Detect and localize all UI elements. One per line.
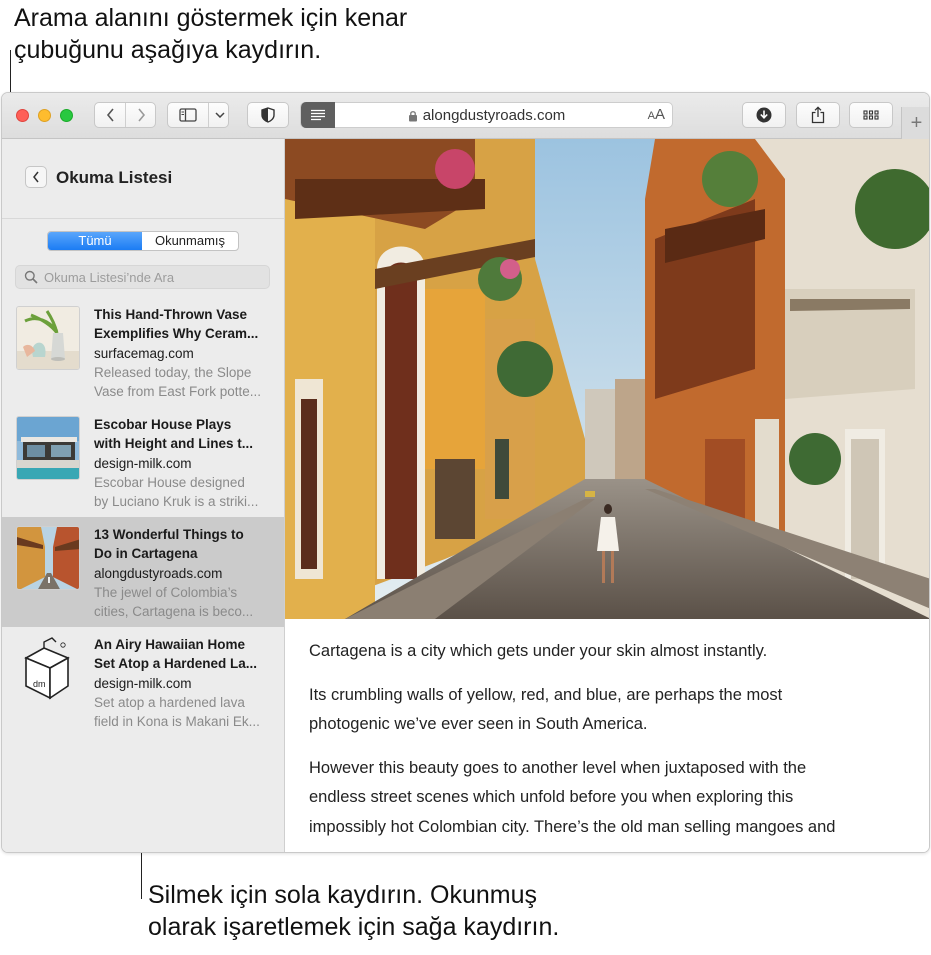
forward-button[interactable] bbox=[126, 103, 157, 127]
address-bar[interactable]: alongdustyroads.com AA bbox=[300, 102, 673, 128]
item-site: design-milk.com bbox=[94, 455, 192, 471]
tab-overview-button[interactable] bbox=[849, 102, 893, 128]
sidebar-toggle-button[interactable] bbox=[168, 103, 208, 127]
text-size-small-label: A bbox=[647, 110, 655, 122]
reading-list-item[interactable]: This Hand-Thrown Vase Exemplifies Why Ce… bbox=[2, 297, 284, 407]
article-p1-text: Cartagena is a city which gets under you… bbox=[309, 642, 768, 660]
item-desc-line2: Vase from East Fork potte... bbox=[94, 384, 262, 400]
item-text: Escobar House Plays with Height and Line… bbox=[94, 415, 276, 511]
chevron-right-icon bbox=[138, 108, 146, 122]
privacy-report-button[interactable] bbox=[247, 102, 289, 128]
chevron-left-icon bbox=[33, 171, 39, 183]
sidebar-toggle-group bbox=[167, 102, 229, 128]
safari-window: alongdustyroads.com AA + Okuma Listesi T… bbox=[1, 92, 930, 853]
item-thumbnail-design-milk-logo: dm bbox=[16, 636, 80, 700]
article-paragraph-2: Its crumbling walls of yellow, red, and … bbox=[309, 681, 909, 740]
callout-search-hint-line1: Arama alanını göstermek için kenar bbox=[14, 4, 408, 32]
reading-list-search-field[interactable]: Okuma Listesi’nde Ara bbox=[15, 265, 270, 289]
sidebar-icon bbox=[179, 108, 197, 122]
item-title-line2: Exemplifies Why Ceram... bbox=[94, 326, 259, 342]
item-desc-line2: field in Kona is Makani Ek... bbox=[94, 714, 260, 730]
item-title-line2: with Height and Lines t... bbox=[94, 436, 254, 452]
article-hero-image bbox=[285, 139, 929, 619]
item-text: An Airy Hawaiian Home Set Atop a Hardene… bbox=[94, 635, 276, 731]
item-desc-line2: by Luciano Kruk is a striki... bbox=[94, 494, 259, 510]
sidebar-title: Okuma Listesi bbox=[56, 168, 173, 187]
chevron-left-icon bbox=[106, 108, 114, 122]
item-title-line1: This Hand-Thrown Vase bbox=[94, 307, 248, 322]
callout-search-hint-line2: çubuğunu aşağıya kaydırın. bbox=[14, 36, 322, 64]
item-text: 13 Wonderful Things to Do in Cartagena a… bbox=[94, 525, 276, 621]
reader-content: Cartagena is a city which gets under you… bbox=[285, 139, 929, 852]
url-display: alongdustyroads.com bbox=[301, 107, 672, 124]
reading-list-items: This Hand-Thrown Vase Exemplifies Why Ce… bbox=[2, 297, 284, 737]
item-thumbnail-vase bbox=[16, 306, 80, 370]
back-forward-group bbox=[94, 102, 156, 128]
article-p3-line3: impossibly hot Colombian city. There’s t… bbox=[309, 817, 836, 836]
reading-list-filter: Tümü Okunmamış bbox=[47, 231, 239, 251]
callout-swipe-hint-line2: olarak işaretlemek için sağa kaydırın. bbox=[148, 913, 560, 941]
article-p2-line1: Its crumbling walls of yellow, red, and … bbox=[309, 685, 783, 704]
item-desc-line1: Released today, the Slope bbox=[94, 364, 252, 380]
article-paragraph-3: However this beauty goes to another leve… bbox=[309, 754, 909, 843]
text-size-button[interactable]: AA bbox=[648, 106, 665, 123]
sidebar-header: Okuma Listesi bbox=[2, 139, 284, 219]
text-size-large-label: A bbox=[654, 106, 665, 123]
item-title-line2: Do in Cartagena bbox=[94, 546, 198, 562]
filter-all-tab[interactable]: Tümü bbox=[48, 232, 142, 250]
lock-icon bbox=[408, 111, 417, 122]
article-p2-line2: photogenic we’ve ever seen in South Amer… bbox=[309, 715, 648, 733]
reading-list-item[interactable]: Escobar House Plays with Height and Line… bbox=[2, 407, 284, 517]
share-button[interactable] bbox=[796, 102, 840, 128]
item-thumbnail-house bbox=[16, 416, 80, 480]
item-desc-line1: Escobar House designed bbox=[94, 474, 245, 490]
reading-list-item[interactable]: dm An Airy Hawaiian Home Set Atop a Hard… bbox=[2, 627, 284, 737]
callout-swipe-hint-line1: Silmek için sola kaydırın. Okunmuş bbox=[148, 881, 538, 909]
item-thumbnail-cartagena bbox=[16, 526, 80, 590]
item-desc-line2: cities, Cartagena is beco... bbox=[94, 604, 254, 620]
item-title-line1: Escobar House Plays bbox=[94, 417, 232, 432]
item-text: This Hand-Thrown Vase Exemplifies Why Ce… bbox=[94, 305, 276, 401]
back-button[interactable] bbox=[95, 103, 126, 127]
download-icon bbox=[756, 107, 772, 123]
toolbar: alongdustyroads.com AA + bbox=[2, 93, 929, 139]
milk-carton-logo-icon: dm bbox=[24, 637, 70, 700]
item-title-line1: 13 Wonderful Things to bbox=[94, 527, 244, 542]
item-title-line1: An Airy Hawaiian Home bbox=[94, 637, 246, 652]
zoom-window-button[interactable] bbox=[60, 109, 73, 122]
new-tab-button[interactable]: + bbox=[901, 107, 929, 139]
grid-icon bbox=[863, 110, 879, 120]
item-desc-line1: Set atop a hardened lava bbox=[94, 694, 245, 710]
item-site: alongdustyroads.com bbox=[94, 565, 223, 581]
article-paragraph-1: Cartagena is a city which gets under you… bbox=[309, 637, 909, 667]
minimize-window-button[interactable] bbox=[38, 109, 51, 122]
article-p3-line2: endless street scenes which unfold befor… bbox=[309, 788, 794, 806]
sidebar-menu-button[interactable] bbox=[209, 103, 230, 127]
article-p3-line1: However this beauty goes to another leve… bbox=[309, 758, 807, 777]
chevron-down-icon bbox=[214, 112, 225, 118]
logo-dm-text: dm bbox=[33, 679, 46, 689]
item-site: surfacemag.com bbox=[94, 345, 194, 361]
downloads-button[interactable] bbox=[742, 102, 786, 128]
reading-list-item-selected[interactable]: 13 Wonderful Things to Do in Cartagena a… bbox=[2, 517, 284, 627]
shield-icon bbox=[261, 107, 275, 123]
article-body: Cartagena is a city which gets under you… bbox=[309, 637, 909, 852]
reading-list-sidebar: Okuma Listesi Tümü Okunmamış Okuma Liste… bbox=[2, 139, 285, 852]
callout-swipe-hint: Silmek için sola kaydırın. Okunmuş olara… bbox=[148, 879, 708, 943]
share-icon bbox=[811, 106, 825, 124]
item-site: design-milk.com bbox=[94, 675, 192, 691]
search-icon bbox=[24, 270, 38, 284]
item-desc-line1: The jewel of Colombia’s bbox=[94, 584, 238, 600]
search-placeholder: Okuma Listesi’nde Ara bbox=[44, 270, 175, 285]
callout-search-hint: Arama alanını göstermek için kenar çubuğ… bbox=[14, 2, 534, 66]
sidebar-back-button[interactable] bbox=[25, 166, 47, 188]
item-title-line2: Set Atop a Hardened La... bbox=[94, 656, 258, 672]
close-window-button[interactable] bbox=[16, 109, 29, 122]
filter-unread-tab[interactable]: Okunmamış bbox=[142, 232, 238, 250]
url-text: alongdustyroads.com bbox=[422, 107, 566, 124]
